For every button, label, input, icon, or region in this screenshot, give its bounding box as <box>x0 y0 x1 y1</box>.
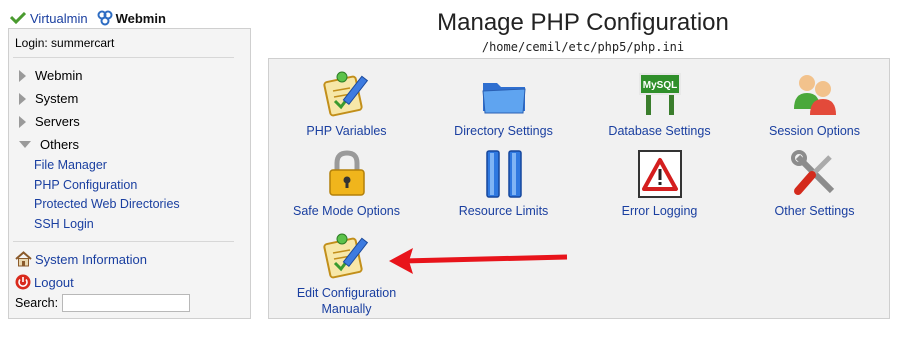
webmin-logo-icon <box>97 10 113 26</box>
options-panel: PHP Variables Directory Settings MySQL D… <box>268 58 890 319</box>
tile-database-settings[interactable]: MySQL Database Settings <box>582 69 737 139</box>
pause-bars-icon <box>485 150 522 198</box>
tile-label: Session Options <box>768 124 861 138</box>
collapse-arrow-icon <box>19 141 31 148</box>
webmin-link[interactable]: Webmin <box>97 10 166 26</box>
expand-arrow-icon <box>19 115 26 128</box>
virtualmin-label: Virtualmin <box>30 10 88 26</box>
expand-arrow-icon <box>19 92 26 105</box>
tile-error-logging[interactable]: Error Logging <box>582 149 737 219</box>
tile-resource-limits[interactable]: Resource Limits <box>426 149 581 219</box>
search-input[interactable] <box>62 294 191 312</box>
category-label: Servers <box>35 114 80 129</box>
tile-other-settings[interactable]: Other Settings <box>737 149 892 219</box>
category-others[interactable]: Others <box>19 137 79 152</box>
warning-triangle-icon <box>637 150 682 198</box>
tile-label-line1: Edit Configuration <box>296 286 397 300</box>
left-nav-panel: Login: summercart Webmin System Servers … <box>8 28 251 319</box>
search-row: Search: <box>15 294 191 312</box>
power-icon <box>15 274 31 290</box>
search-label: Search: <box>15 296 59 310</box>
logout-label: Logout <box>34 274 74 290</box>
category-label: Others <box>40 137 80 152</box>
tile-directory-settings[interactable]: Directory Settings <box>426 69 581 139</box>
tile-label: Resource Limits <box>458 204 549 218</box>
brand-bar: Virtualmin Webmin <box>10 8 166 28</box>
tile-session-options[interactable]: Session Options <box>737 69 892 139</box>
tile-label: PHP Variables <box>306 124 387 138</box>
padlock-icon <box>328 150 365 196</box>
tile-label-line2: Manually <box>321 302 372 316</box>
category-label: System <box>35 91 79 106</box>
home-icon <box>15 251 32 267</box>
nav-ssh-login[interactable]: SSH Login <box>34 217 94 231</box>
nav-file-manager[interactable]: File Manager <box>34 158 107 172</box>
folder-icon <box>481 83 526 114</box>
virtualmin-link[interactable]: Virtualmin <box>10 11 88 26</box>
category-system[interactable]: System <box>19 91 78 106</box>
users-icon <box>793 75 836 115</box>
divider <box>13 241 234 242</box>
tile-label: Safe Mode Options <box>292 204 400 218</box>
divider <box>13 57 234 58</box>
tile-php-variables[interactable]: PHP Variables <box>269 69 424 139</box>
tile-safe-mode-options[interactable]: Safe Mode Options <box>269 149 424 219</box>
svg-text:MySQL: MySQL <box>642 80 676 91</box>
red-arrow-icon <box>389 248 568 274</box>
config-file-path: /home/cemil/etc/php5/php.ini <box>481 40 685 54</box>
notepad-pencil-icon <box>322 71 368 117</box>
login-label: Login: summercart <box>15 36 115 50</box>
category-webmin[interactable]: Webmin <box>19 68 82 83</box>
notepad-pencil-icon <box>322 233 368 279</box>
expand-arrow-icon <box>19 69 26 82</box>
category-label: Webmin <box>35 68 83 83</box>
tile-label: Error Logging <box>621 204 698 218</box>
tile-label: Database Settings <box>608 124 711 138</box>
system-information-link[interactable]: System Information <box>15 251 147 267</box>
category-servers[interactable]: Servers <box>19 114 80 129</box>
webmin-label: Webmin <box>115 10 166 26</box>
mysql-sign-icon: MySQL <box>638 73 681 115</box>
tools-icon <box>790 150 834 195</box>
nav-protected-web-directories[interactable]: Protected Web Directories <box>34 197 180 211</box>
page-title: Manage PHP Configuration <box>437 9 729 36</box>
virtualmin-check-icon <box>10 12 26 24</box>
nav-php-configuration[interactable]: PHP Configuration <box>34 178 137 192</box>
system-information-label: System Information <box>35 251 147 267</box>
tile-label: Directory Settings <box>454 124 553 138</box>
tile-label: Other Settings <box>774 204 855 218</box>
logout-link[interactable]: Logout <box>15 274 74 290</box>
